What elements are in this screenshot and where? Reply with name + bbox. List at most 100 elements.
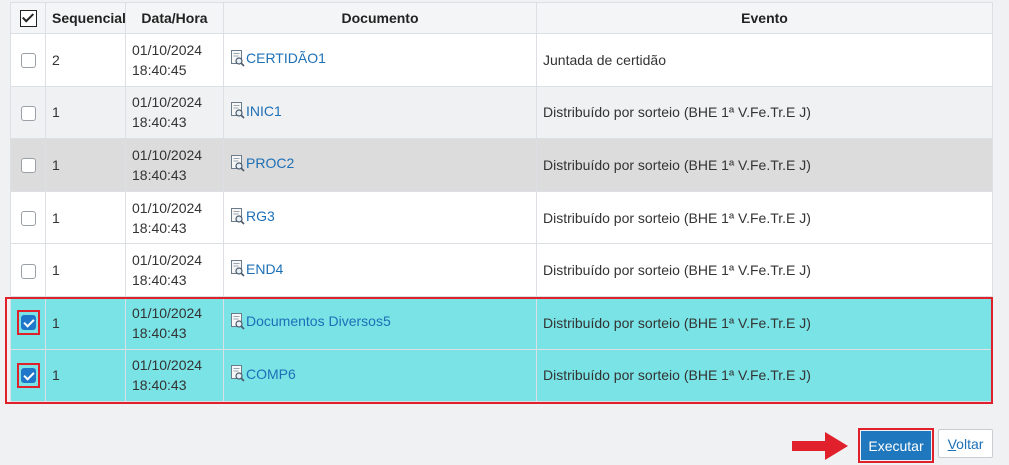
document-name: COMP6 <box>246 365 296 382</box>
document-name: PROC2 <box>246 155 295 172</box>
document-link[interactable]: Documentos Diversos5 <box>230 312 391 330</box>
executar-button-highlight: Executar <box>858 428 934 463</box>
select-cell <box>10 348 46 403</box>
voltar-label-rest: oltar <box>956 435 984 452</box>
document-search-icon <box>231 365 245 382</box>
sequencial-cell: 2 <box>45 33 126 87</box>
time-text: 18:40:43 <box>132 166 187 183</box>
document-name: INIC1 <box>246 102 282 119</box>
table-row: 1 01/10/2024 18:40:43 RG3 Distribuído por so… <box>10 190 993 245</box>
row-checkbox[interactable] <box>20 367 36 383</box>
document-cell: RG3 <box>223 190 537 245</box>
select-cell <box>10 138 46 192</box>
right-arrow-icon <box>792 432 848 460</box>
datetime-cell: 01/10/2024 18:40:43 <box>125 190 224 245</box>
document-search-icon <box>231 49 245 67</box>
document-search-icon <box>231 312 245 330</box>
datetime-cell: 01/10/2024 18:40:43 <box>125 243 224 297</box>
date-text: 01/10/2024 <box>132 41 203 58</box>
select-cell <box>10 190 46 245</box>
event-cell: Distribuído por sorteio (BHE 1ª V.Fe.Tr.… <box>536 85 993 140</box>
document-cell: CERTIDÃO1 <box>223 33 537 87</box>
table-row: 1 01/10/2024 18:40:43 COMP6 Distribuído por … <box>10 348 993 403</box>
header-select-all-cell <box>10 2 46 34</box>
event-cell: Distribuído por sorteio (BHE 1ª V.Fe.Tr.… <box>536 243 993 297</box>
document-search-icon <box>231 260 245 277</box>
select-cell <box>10 33 46 87</box>
documents-table: Sequencial Data/Hora Documento Evento 20… <box>10 2 993 403</box>
sequencial-cell: 1 <box>45 348 126 403</box>
date-text: 01/10/2024 <box>132 357 203 374</box>
event-cell: Distribuído por sorteio (BHE 1ª V.Fe.Tr.… <box>536 348 993 403</box>
document-link[interactable]: CERTIDÃO1 <box>230 49 326 67</box>
document-link[interactable]: INIC1 <box>230 102 282 119</box>
event-cell: Juntada de certidão <box>536 33 993 87</box>
time-text: 18:40:43 <box>132 219 187 236</box>
header-documento: Documento <box>223 2 537 34</box>
sequencial-cell: 1 <box>45 243 126 297</box>
document-cell: COMP6 <box>223 348 537 403</box>
document-name: RG3 <box>246 208 275 225</box>
select-all-checkbox[interactable] <box>19 9 37 27</box>
row-checkbox[interactable] <box>20 210 36 226</box>
datetime-cell: 01/10/2024 18:40:43 <box>125 85 224 140</box>
header-evento: Evento <box>536 2 993 34</box>
document-link[interactable]: PROC2 <box>230 154 295 172</box>
voltar-button[interactable]: Voltar <box>938 429 993 458</box>
datetime-cell: 01/10/2024 18:40:43 <box>125 295 224 350</box>
time-text: 18:40:43 <box>132 272 187 289</box>
document-cell: PROC2 <box>223 138 537 192</box>
sequencial-cell: 1 <box>45 85 126 140</box>
table-row: 2 01/10/2024 18:40:45 CERTIDÃO1 Juntada de c… <box>10 33 993 87</box>
document-cell: END4 <box>223 243 537 297</box>
select-cell <box>10 295 46 350</box>
table-row: 1 01/10/2024 18:40:43 PROC2 Distribuído por … <box>10 138 993 192</box>
time-text: 18:40:43 <box>132 377 187 394</box>
table-row: 1 01/10/2024 18:40:43 INIC1 Distribuído por … <box>10 85 993 140</box>
date-text: 01/10/2024 <box>132 304 203 321</box>
select-cell <box>10 85 46 140</box>
time-text: 18:40:43 <box>132 324 187 341</box>
document-search-icon <box>231 154 245 172</box>
date-text: 01/10/2024 <box>132 94 203 111</box>
document-cell: INIC1 <box>223 85 537 140</box>
time-text: 18:40:43 <box>132 114 187 131</box>
date-text: 01/10/2024 <box>132 252 203 269</box>
sequencial-cell: 1 <box>45 190 126 245</box>
document-name: CERTIDÃO1 <box>246 50 326 67</box>
table-row: 1 01/10/2024 18:40:43 Documentos Diversos5 D… <box>10 295 993 350</box>
document-cell: Documentos Diversos5 <box>223 295 537 350</box>
datetime-cell: 01/10/2024 18:40:43 <box>125 138 224 192</box>
time-text: 18:40:45 <box>132 61 187 78</box>
document-link[interactable]: END4 <box>230 260 283 277</box>
checkbox-highlight <box>16 310 40 336</box>
datetime-cell: 01/10/2024 18:40:45 <box>125 33 224 87</box>
row-checkbox[interactable] <box>20 105 36 121</box>
date-text: 01/10/2024 <box>132 199 203 216</box>
select-cell <box>10 243 46 297</box>
event-cell: Distribuído por sorteio (BHE 1ª V.Fe.Tr.… <box>536 138 993 192</box>
row-checkbox[interactable] <box>20 315 36 331</box>
sequencial-cell: 1 <box>45 138 126 192</box>
header-sequencial: Sequencial <box>45 2 126 34</box>
document-link[interactable]: COMP6 <box>230 365 296 382</box>
date-text: 01/10/2024 <box>132 146 203 163</box>
sequencial-cell: 1 <box>45 295 126 350</box>
executar-button[interactable]: Executar <box>861 431 931 460</box>
row-checkbox[interactable] <box>20 263 36 279</box>
document-search-icon <box>231 102 245 119</box>
voltar-access-key: V <box>947 435 957 452</box>
event-cell: Distribuído por sorteio (BHE 1ª V.Fe.Tr.… <box>536 295 993 350</box>
table-row: 1 01/10/2024 18:40:43 END4 Distribuído por s… <box>10 243 993 297</box>
event-cell: Distribuído por sorteio (BHE 1ª V.Fe.Tr.… <box>536 190 993 245</box>
row-checkbox[interactable] <box>20 158 36 174</box>
document-link[interactable]: RG3 <box>230 207 275 225</box>
document-name: END4 <box>246 260 284 277</box>
checkbox-highlight <box>16 362 40 388</box>
datetime-cell: 01/10/2024 18:40:43 <box>125 348 224 403</box>
table-header-row: Sequencial Data/Hora Documento Evento <box>10 2 993 34</box>
header-data-hora: Data/Hora <box>125 2 224 34</box>
document-name: Documentos Diversos5 <box>246 313 391 330</box>
document-search-icon <box>231 207 245 225</box>
row-checkbox[interactable] <box>20 53 36 69</box>
